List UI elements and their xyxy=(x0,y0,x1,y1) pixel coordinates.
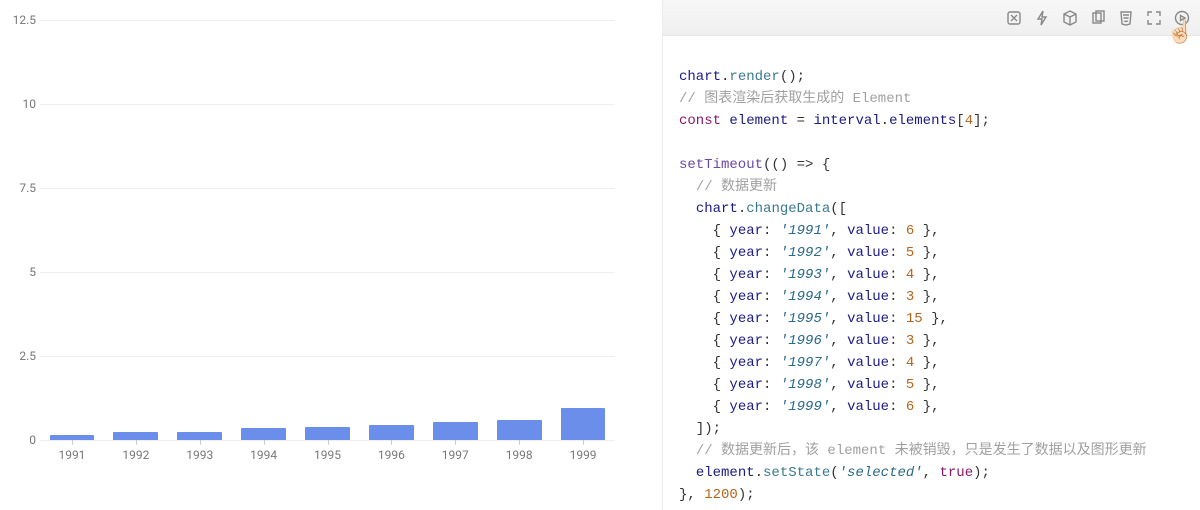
x-tick-label: 1998 xyxy=(487,440,551,462)
gridline xyxy=(40,188,615,189)
copy-icon[interactable] xyxy=(1090,10,1106,26)
x-tick-label: 1991 xyxy=(40,440,104,462)
bar-slot xyxy=(296,20,360,440)
code-token: render xyxy=(729,69,779,85)
code-token: setState xyxy=(763,465,830,481)
code-token: element xyxy=(696,465,755,481)
x-axis: 199119921993199419951996199719981999 xyxy=(40,440,615,462)
cube-icon[interactable] xyxy=(1062,10,1078,26)
code-toolbar xyxy=(663,0,1200,36)
bar-slot xyxy=(551,20,615,440)
x-tick-label: 1999 xyxy=(551,440,615,462)
y-tick-label: 0 xyxy=(6,433,36,447)
code-comment: // 图表渲染后获取生成的 Element xyxy=(679,91,911,107)
lightning-icon[interactable] xyxy=(1034,10,1050,26)
x-tick-label: 1997 xyxy=(423,440,487,462)
code-token: setTimeout xyxy=(679,157,763,173)
bars-container xyxy=(40,20,615,440)
code-token: changeData xyxy=(746,201,830,217)
bar[interactable] xyxy=(113,432,158,440)
x-tick-label: 1995 xyxy=(296,440,360,462)
code-comment: // 数据更新 xyxy=(696,179,777,195)
plot-area: 02.557.51012.5 xyxy=(40,20,615,440)
bar[interactable] xyxy=(561,408,606,440)
y-tick-label: 12.5 xyxy=(6,13,36,27)
bar-slot xyxy=(423,20,487,440)
y-tick-label: 2.5 xyxy=(6,349,36,363)
bar[interactable] xyxy=(369,425,414,440)
bar-slot xyxy=(168,20,232,440)
y-tick-label: 7.5 xyxy=(6,181,36,195)
bar-slot xyxy=(40,20,104,440)
x-tick-label: 1992 xyxy=(104,440,168,462)
bar-slot xyxy=(359,20,423,440)
bar-chart: 02.557.51012.5 1991199219931994199519961… xyxy=(40,10,640,470)
x-tick-label: 1994 xyxy=(232,440,296,462)
play-icon[interactable] xyxy=(1174,10,1190,26)
chart-panel: 02.557.51012.5 1991199219931994199519961… xyxy=(0,0,662,510)
bar-slot xyxy=(487,20,551,440)
bar[interactable] xyxy=(241,428,286,440)
bar[interactable] xyxy=(177,432,222,440)
code-token: elements xyxy=(889,113,956,129)
bar[interactable] xyxy=(305,427,350,440)
code-token: interval xyxy=(813,113,880,129)
code-token: 4 xyxy=(965,113,973,129)
code-token: const xyxy=(679,113,721,129)
riddle-icon[interactable] xyxy=(1006,10,1022,26)
bar-slot xyxy=(232,20,296,440)
bar-slot xyxy=(104,20,168,440)
bar[interactable] xyxy=(433,422,478,440)
gridline xyxy=(40,272,615,273)
code-comment: // 数据更新后，该 element 未被销毁，只是发生了数据以及图形更新 xyxy=(696,443,1147,459)
x-tick-label: 1993 xyxy=(168,440,232,462)
code-token: chart xyxy=(696,201,738,217)
bar[interactable] xyxy=(497,420,542,440)
code-token: chart xyxy=(679,69,721,85)
code-token: 'selected' xyxy=(839,465,923,481)
code-panel: ☝🏻 chart.render(); // 图表渲染后获取生成的 Element… xyxy=(662,0,1200,510)
code-token: true xyxy=(939,465,973,481)
code-editor[interactable]: chart.render(); // 图表渲染后获取生成的 Element co… xyxy=(663,36,1200,510)
gridline xyxy=(40,104,615,105)
code-token: element xyxy=(729,113,788,129)
html5-icon[interactable] xyxy=(1118,10,1134,26)
y-tick-label: 10 xyxy=(6,97,36,111)
code-token: 1200 xyxy=(704,487,738,503)
expand-icon[interactable] xyxy=(1146,10,1162,26)
x-tick-label: 1996 xyxy=(359,440,423,462)
gridline xyxy=(40,20,615,21)
y-tick-label: 5 xyxy=(6,265,36,279)
gridline xyxy=(40,356,615,357)
